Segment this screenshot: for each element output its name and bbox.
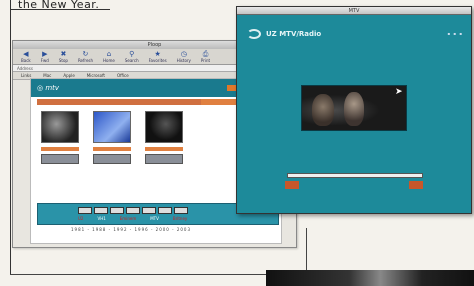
thumbnail-caption (41, 147, 79, 151)
home-button[interactable]: ⌂ Home (103, 50, 115, 63)
top-caption: the New Year. (18, 0, 100, 11)
video-thumbnail[interactable] (93, 111, 131, 143)
progress-bar[interactable] (287, 173, 423, 178)
print-button[interactable]: ⎙ Print (201, 50, 210, 63)
video-thumbnail[interactable] (41, 111, 79, 143)
toolbar-label: Stop (58, 58, 68, 63)
favorites-icon: ★ (154, 50, 161, 58)
search-button[interactable]: ⚲ Search (125, 50, 139, 63)
play-button[interactable] (93, 154, 131, 164)
toolbar-label: Home (103, 58, 115, 63)
toolbar-label: History (176, 58, 191, 63)
rewind-button[interactable] (285, 181, 299, 189)
timeline-button[interactable] (110, 207, 124, 214)
timeline-button[interactable] (78, 207, 92, 214)
toolbar-label: Search (124, 58, 139, 63)
video-figure (344, 92, 364, 126)
timeline-label[interactable]: VH1 (97, 216, 105, 221)
site-logo[interactable]: ◎ mtv (37, 84, 59, 92)
timeline-label[interactable]: Britney (173, 216, 187, 221)
timeline-controls (78, 207, 188, 214)
toolbar-label: Refresh (77, 58, 94, 63)
timeline-button[interactable] (174, 207, 188, 214)
video-frame[interactable] (301, 85, 407, 131)
thumbnail-caption (93, 147, 131, 151)
player-brand-text: UZ MTV/Radio (266, 30, 322, 38)
timeline-label[interactable]: U2 (78, 216, 83, 221)
print-icon: ⎙ (202, 50, 209, 58)
forward-arrow-icon: ▶ (42, 50, 48, 58)
play-button[interactable] (41, 154, 79, 164)
toolbar-label: Back (21, 58, 31, 63)
timeline-button[interactable] (142, 207, 156, 214)
favorites-button[interactable]: ★ Favorites (149, 50, 167, 63)
forward-button[interactable] (409, 181, 423, 189)
timeline-ticks: 1981 - 1988 - 1992 - 1996 - 2000 - 2003 (71, 227, 192, 232)
video-figure (312, 94, 334, 126)
side-accent (201, 99, 241, 105)
logo-icon (247, 29, 261, 39)
timeline-button[interactable] (126, 207, 140, 214)
stop-button[interactable]: ✖ Stop (59, 50, 68, 63)
search-icon: ⚲ (129, 50, 135, 58)
back-arrow-icon: ◀ (23, 50, 29, 58)
toolbar-label: Favorites (148, 58, 167, 63)
home-icon: ⌂ (106, 50, 112, 58)
toolbar-label: Print (200, 58, 211, 63)
timeline-label[interactable]: MTV (150, 216, 159, 221)
timeline-label[interactable]: Eminem (120, 216, 136, 221)
player-brand: UZ MTV/Radio (247, 29, 321, 39)
player-title-bar[interactable]: MTV (237, 7, 471, 15)
frame-line (10, 274, 307, 275)
frame-line (10, 10, 11, 275)
player-window[interactable]: MTV UZ MTV/Radio ▪ ▪ ▪ ➤ (236, 6, 472, 214)
refresh-icon: ↻ (82, 50, 89, 58)
timeline-labels: U2 VH1 Eminem MTV Britney (78, 216, 187, 221)
cursor-icon: ➤ (395, 87, 403, 97)
player-corner-controls[interactable]: ▪ ▪ ▪ (447, 31, 463, 36)
frame-line (306, 228, 307, 273)
back-button[interactable]: ◀ Back (21, 50, 31, 63)
toolbar-label: Fwd (40, 58, 49, 63)
timeline-button[interactable] (94, 207, 108, 214)
refresh-button[interactable]: ↻ Refresh (78, 50, 93, 63)
stop-icon: ✖ (60, 50, 67, 58)
play-button[interactable] (145, 154, 183, 164)
timeline-button[interactable] (158, 207, 172, 214)
progress-fill (288, 174, 422, 177)
thumbnail-caption (145, 147, 183, 151)
history-button[interactable]: ◷ History (177, 50, 191, 63)
photo-strip (266, 270, 474, 286)
video-thumbnail[interactable] (145, 111, 183, 143)
forward-button[interactable]: ▶ Fwd (41, 50, 49, 63)
history-icon: ◷ (180, 50, 187, 58)
